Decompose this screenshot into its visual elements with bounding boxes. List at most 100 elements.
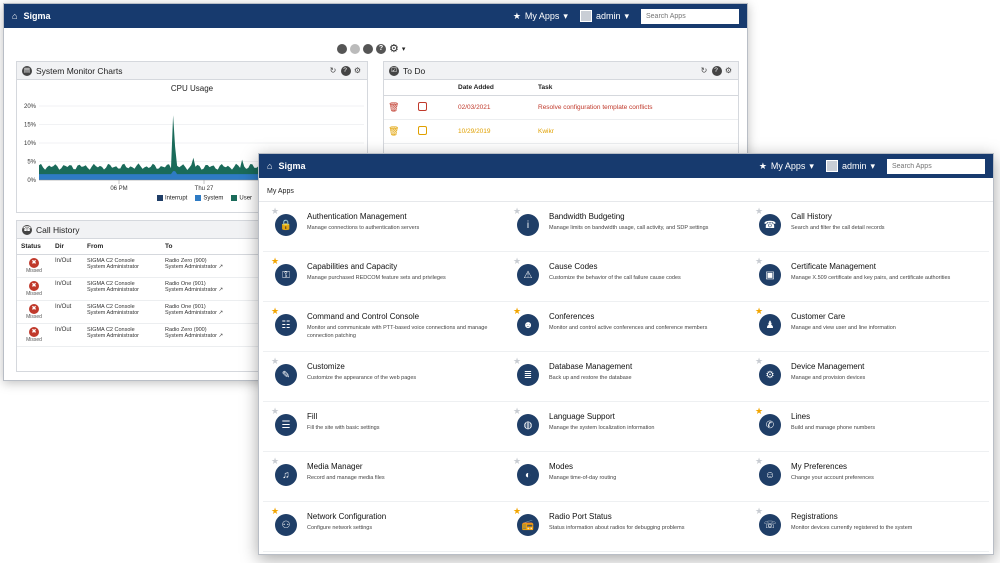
app-name[interactable]: Fill bbox=[307, 412, 379, 421]
favorite-star-icon[interactable]: ★ bbox=[271, 507, 279, 516]
refresh-icon[interactable]: ↻ bbox=[701, 66, 709, 75]
todo-task[interactable]: Kwikr bbox=[534, 119, 738, 144]
favorite-star-icon[interactable]: ★ bbox=[755, 207, 763, 216]
search-input[interactable] bbox=[887, 158, 985, 174]
favorite-star-icon[interactable]: ★ bbox=[513, 357, 521, 366]
app-card[interactable]: ★ ⚇ Network Configuration Configure network… bbox=[263, 502, 505, 552]
app-card[interactable]: ★ ☷ Command and Control Console Monitor and… bbox=[263, 302, 505, 352]
app-card[interactable]: ★ ⚿ Capabilities and Capacity Manage purcha… bbox=[263, 252, 505, 302]
favorite-star-icon[interactable]: ★ bbox=[271, 357, 279, 366]
todo-row[interactable]: 🗑 02/03/2021 Resolve configuration templat… bbox=[384, 95, 738, 120]
favorite-star-icon[interactable]: ★ bbox=[271, 257, 279, 266]
app-name[interactable]: Customize bbox=[307, 362, 416, 371]
app-name[interactable]: Cause Codes bbox=[549, 262, 681, 271]
app-name[interactable]: Registrations bbox=[791, 512, 912, 521]
favorite-star-icon[interactable]: ★ bbox=[271, 407, 279, 416]
app-name[interactable]: Capabilities and Capacity bbox=[307, 262, 446, 271]
favorite-star-icon[interactable]: ★ bbox=[271, 207, 279, 216]
column-header[interactable]: Task bbox=[534, 80, 738, 96]
column-header[interactable]: Dir bbox=[51, 239, 83, 255]
todo-row[interactable]: 🗑 10/29/2019 Kwikr bbox=[384, 119, 738, 144]
app-name[interactable]: Network Configuration bbox=[307, 512, 386, 521]
favorite-star-icon[interactable]: ★ bbox=[513, 257, 521, 266]
app-card[interactable]: ★ ☺ My Preferences Change your account pref… bbox=[747, 452, 989, 502]
legend-item[interactable]: System bbox=[195, 195, 223, 202]
app-card[interactable]: ★ ▣ Certificate Management Manage X.509 cer… bbox=[747, 252, 989, 302]
refresh-icon[interactable]: ↻ bbox=[330, 66, 338, 75]
app-name[interactable]: Modes bbox=[549, 462, 616, 471]
page-dot[interactable] bbox=[363, 43, 373, 54]
app-name[interactable]: Language Support bbox=[549, 412, 654, 421]
brand[interactable]: ⌂ Sigma bbox=[267, 161, 305, 171]
legend-item[interactable]: Interrupt bbox=[157, 195, 187, 202]
legend-item[interactable]: User bbox=[231, 195, 252, 202]
app-name[interactable]: Database Management bbox=[549, 362, 632, 371]
search-input[interactable] bbox=[641, 8, 739, 24]
page-dot[interactable] bbox=[350, 43, 360, 54]
external-link-icon[interactable]: ↗ bbox=[217, 264, 223, 270]
user-menu[interactable]: admin ▾ bbox=[825, 160, 875, 172]
app-card[interactable]: ★ ♫ Media Manager Record and manage media f… bbox=[263, 452, 505, 502]
app-card[interactable]: ★ i Bandwidth Budgeting Manage limits on ba… bbox=[505, 202, 747, 252]
favorite-star-icon[interactable]: ★ bbox=[513, 507, 521, 516]
app-name[interactable]: Device Management bbox=[791, 362, 865, 371]
app-card[interactable]: ★ ⚙ Device Management Manage and provision … bbox=[747, 352, 989, 402]
app-card[interactable]: ★ 🔒 Authentication Management Manage connec… bbox=[263, 202, 505, 252]
column-header[interactable]: Status bbox=[17, 239, 51, 255]
favorite-star-icon[interactable]: ★ bbox=[271, 307, 279, 316]
app-card[interactable]: ★ 📻 Radio Port Status Status information ab… bbox=[505, 502, 747, 552]
app-name[interactable]: Customer Care bbox=[791, 312, 896, 321]
app-card[interactable]: ★ ◐ Modes Manage time-of-day routing bbox=[505, 452, 747, 502]
gear-icon[interactable]: ⚙ bbox=[354, 66, 362, 75]
todo-checkbox[interactable] bbox=[418, 126, 427, 135]
page-dot[interactable] bbox=[337, 43, 347, 54]
external-link-icon[interactable]: ↗ bbox=[217, 287, 223, 293]
favorite-star-icon[interactable]: ★ bbox=[755, 407, 763, 416]
app-card[interactable]: ★ ✎ Customize Customize the appearance of t… bbox=[263, 352, 505, 402]
app-card[interactable]: ★ ☏ Registrations Monitor devices currently… bbox=[747, 502, 989, 552]
favorite-star-icon[interactable]: ★ bbox=[513, 457, 521, 466]
app-name[interactable]: Radio Port Status bbox=[549, 512, 684, 521]
app-name[interactable]: Media Manager bbox=[307, 462, 385, 471]
favorite-star-icon[interactable]: ★ bbox=[755, 307, 763, 316]
app-name[interactable]: My Preferences bbox=[791, 462, 874, 471]
favorite-star-icon[interactable]: ★ bbox=[755, 507, 763, 516]
app-card[interactable]: ★ ☎ Call History Search and filter the call… bbox=[747, 202, 989, 252]
column-header[interactable]: From bbox=[83, 239, 161, 255]
app-name[interactable]: Authentication Management bbox=[307, 212, 419, 221]
my-apps-menu[interactable]: ★ My Apps ▾ bbox=[513, 11, 568, 22]
favorite-star-icon[interactable]: ★ bbox=[513, 207, 521, 216]
app-name[interactable]: Bandwidth Budgeting bbox=[549, 212, 708, 221]
gear-icon[interactable]: ⚙ bbox=[725, 66, 733, 75]
column-header[interactable]: Date Added bbox=[454, 80, 534, 96]
trash-icon[interactable]: 🗑 bbox=[388, 126, 399, 136]
app-name[interactable]: Conferences bbox=[549, 312, 707, 321]
app-name[interactable]: Certificate Management bbox=[791, 262, 950, 271]
app-card[interactable]: ★ ✆ Lines Build and manage phone numbers bbox=[747, 402, 989, 452]
app-card[interactable]: ★ ☰ Fill Fill the site with basic settings bbox=[263, 402, 505, 452]
todo-task[interactable]: Resolve configuration template conflicts bbox=[534, 95, 738, 120]
help-icon[interactable]: ? bbox=[376, 43, 386, 54]
app-card[interactable]: ★ ⚠ Cause Codes Customize the behavior of t… bbox=[505, 252, 747, 302]
app-name[interactable]: Lines bbox=[791, 412, 875, 421]
app-card[interactable]: ★ ☻ Conferences Monitor and control active … bbox=[505, 302, 747, 352]
favorite-star-icon[interactable]: ★ bbox=[755, 457, 763, 466]
brand[interactable]: ⌂ Sigma bbox=[12, 11, 50, 21]
app-card[interactable]: ★ ◍ Language Support Manage the system loca… bbox=[505, 402, 747, 452]
favorite-star-icon[interactable]: ★ bbox=[755, 257, 763, 266]
external-link-icon[interactable]: ↗ bbox=[217, 333, 223, 339]
user-menu[interactable]: admin ▾ bbox=[579, 10, 629, 22]
favorite-star-icon[interactable]: ★ bbox=[513, 307, 521, 316]
gear-icon[interactable]: ⚙ bbox=[389, 42, 399, 55]
my-apps-menu[interactable]: ★ My Apps ▾ bbox=[759, 161, 814, 172]
app-card[interactable]: ★ ♟ Customer Care Manage and view user and … bbox=[747, 302, 989, 352]
home-icon[interactable]: ⌂ bbox=[267, 161, 272, 171]
favorite-star-icon[interactable]: ★ bbox=[755, 357, 763, 366]
favorite-star-icon[interactable]: ★ bbox=[513, 407, 521, 416]
favorite-star-icon[interactable]: ★ bbox=[271, 457, 279, 466]
trash-icon[interactable]: 🗑 bbox=[388, 102, 399, 112]
todo-checkbox[interactable] bbox=[418, 102, 427, 111]
external-link-icon[interactable]: ↗ bbox=[217, 310, 223, 316]
help-icon[interactable]: ? bbox=[711, 65, 722, 76]
app-card[interactable]: ★ ≣ Database Management Back up and restore… bbox=[505, 352, 747, 402]
